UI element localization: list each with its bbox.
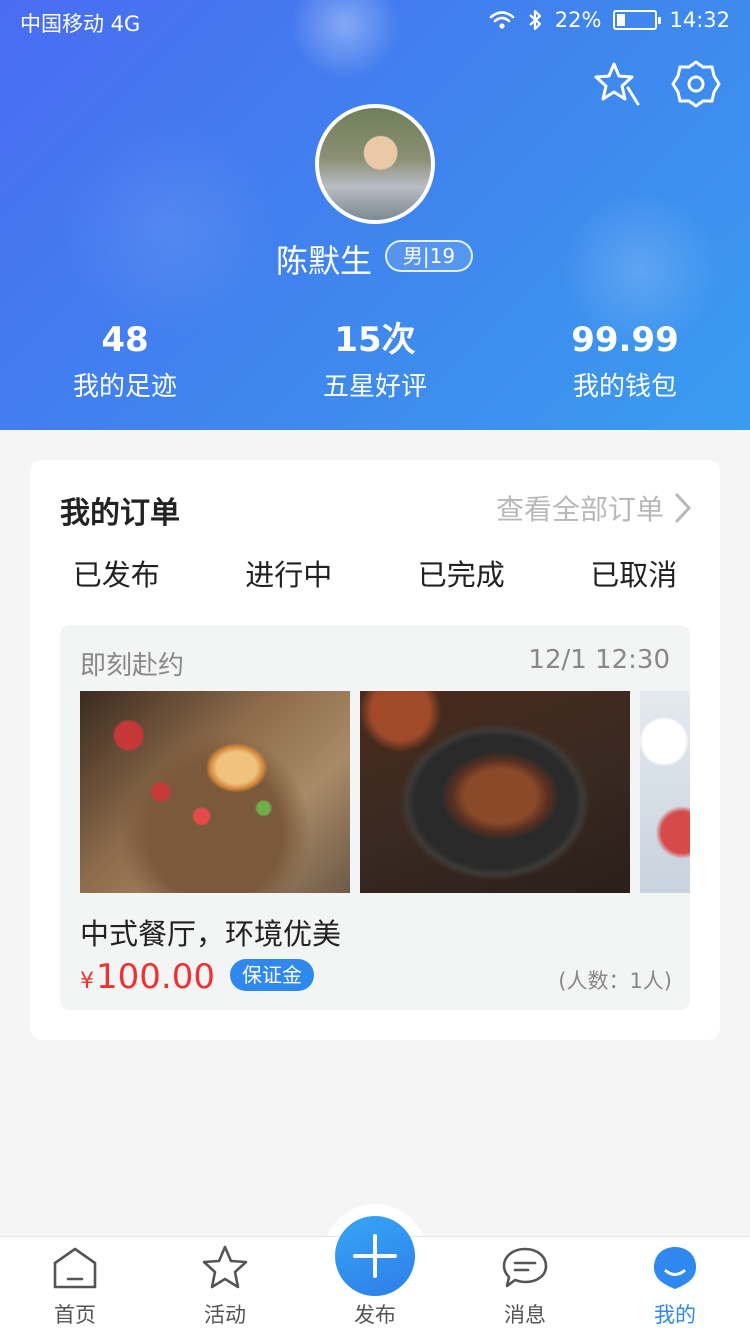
order-description: 中式餐厅，环境优美 — [80, 917, 342, 951]
profile-icon — [654, 1247, 696, 1289]
deposit-badge: 保证金 — [230, 959, 314, 991]
plus-icon — [353, 1234, 397, 1278]
status-time: 14:32 — [669, 8, 730, 32]
view-all-label: 查看全部订单 — [495, 493, 664, 526]
tab-completed[interactable]: 已完成 — [375, 552, 548, 594]
stat-footprint[interactable]: 48 我的足迹 — [0, 318, 250, 403]
food-photo[interactable] — [360, 691, 630, 893]
stats-row: 48 我的足迹 15次 五星好评 99.99 我的钱包 — [0, 318, 750, 403]
star-sparkle-icon[interactable] — [590, 58, 642, 110]
currency-symbol: ¥ — [80, 969, 94, 994]
star-icon — [202, 1245, 248, 1289]
gender-age-badge: 男|19 — [385, 240, 473, 272]
orders-title: 我的订单 — [60, 496, 180, 531]
tabbar-label: 发布 — [354, 1303, 396, 1327]
tabbar-item-profile[interactable]: 我的 — [625, 1237, 725, 1334]
tabbar-label: 活动 — [204, 1303, 246, 1327]
battery-fill — [617, 14, 626, 26]
gear-icon[interactable] — [670, 58, 722, 110]
food-photo[interactable] — [80, 691, 350, 893]
price-amount: 100.00 — [96, 957, 215, 997]
food-photo[interactable] — [640, 691, 690, 893]
chevron-right-icon — [675, 493, 691, 523]
tabbar-item-activity[interactable]: 活动 — [175, 1237, 275, 1334]
orders-card: 我的订单 查看全部订单 已发布 进行中 已完成 已取消 即刻赴约 12/1 12… — [30, 460, 720, 1040]
stat-value: 48 — [101, 320, 149, 360]
tabbar-item-messages[interactable]: 消息 — [475, 1237, 575, 1334]
stat-five-star[interactable]: 15次 五星好评 — [250, 318, 500, 403]
battery-percent: 22% — [554, 8, 602, 32]
username: 陈默生 — [276, 242, 373, 280]
order-price: ¥ 100.00 — [80, 957, 215, 997]
stat-label: 五星好评 — [322, 372, 427, 402]
order-type: 即刻赴约 — [80, 651, 185, 681]
tabbar-label: 我的 — [654, 1303, 696, 1327]
avatar[interactable] — [315, 104, 435, 224]
profile-header: 中国移动 4G 22% 14:32 陈默生 男|19 48 我的足迹 15次 五… — [0, 0, 750, 430]
people-count: (人数：1人) — [558, 969, 672, 993]
header-glow — [60, 120, 280, 340]
battery-icon — [613, 10, 662, 30]
order-item[interactable]: 即刻赴约 12/1 12:30 中式餐厅，环境优美 ¥ 100.00 保证金 (… — [60, 625, 690, 1010]
home-icon — [53, 1247, 97, 1289]
order-photos[interactable] — [80, 691, 690, 893]
tab-cancelled[interactable]: 已取消 — [548, 552, 721, 594]
view-all-orders-link[interactable]: 查看全部订单 — [496, 488, 692, 528]
chat-icon — [502, 1247, 548, 1288]
tab-in-progress[interactable]: 进行中 — [203, 552, 376, 594]
order-time: 12/1 12:30 — [528, 645, 670, 675]
order-status-tabs: 已发布 进行中 已完成 已取消 — [30, 552, 720, 594]
tabbar-label: 首页 — [54, 1303, 96, 1327]
status-right: 22% 14:32 — [489, 8, 730, 32]
stat-label: 我的钱包 — [572, 372, 677, 402]
carrier-label: 中国移动 4G — [20, 12, 141, 36]
publish-button[interactable] — [335, 1216, 415, 1296]
stat-wallet[interactable]: 99.99 我的钱包 — [500, 318, 750, 403]
tabbar-item-home[interactable]: 首页 — [25, 1237, 125, 1334]
stat-value: 99.99 — [571, 320, 679, 360]
tab-published[interactable]: 已发布 — [30, 552, 203, 594]
status-bar: 中国移动 4G 22% 14:32 — [0, 0, 750, 44]
tabbar-label: 消息 — [504, 1303, 546, 1327]
bluetooth-icon — [529, 9, 541, 31]
stat-value: 15次 — [334, 320, 416, 360]
wifi-icon — [489, 11, 515, 29]
stat-label: 我的足迹 — [72, 372, 177, 402]
